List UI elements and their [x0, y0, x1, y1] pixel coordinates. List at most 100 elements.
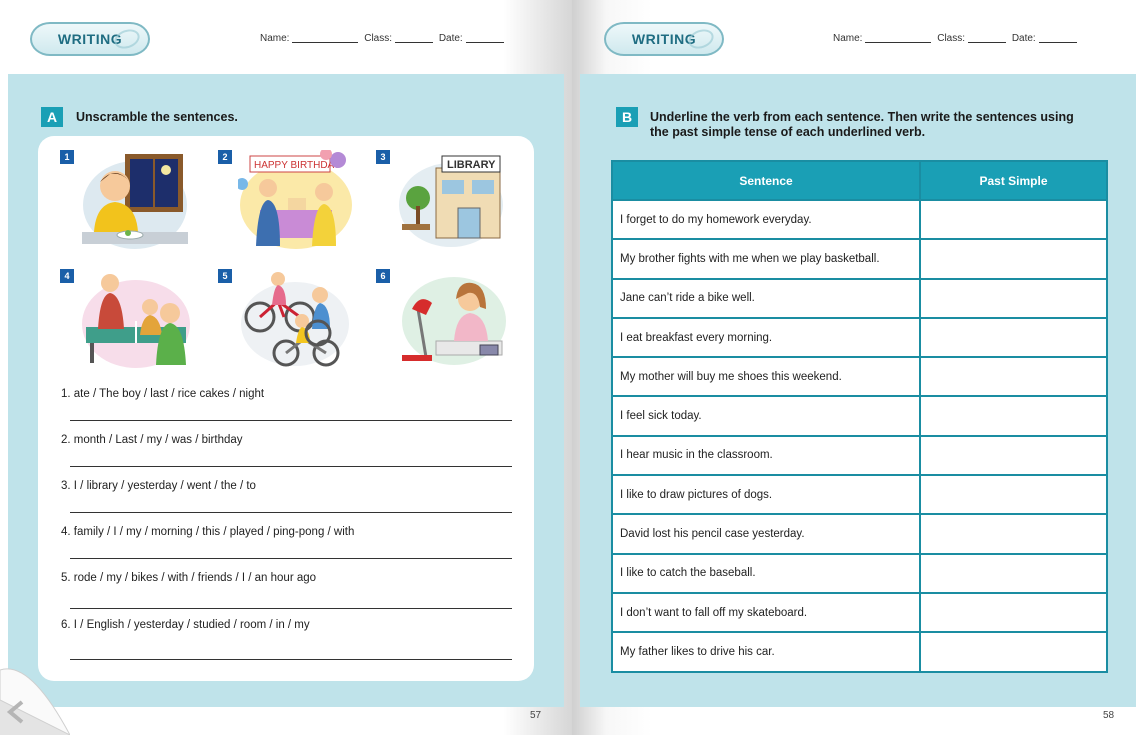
picture-number: 3 [376, 150, 390, 164]
section-title: Unscramble the sentences. [76, 110, 238, 124]
table-row: My father likes to drive his car. [611, 631, 1108, 673]
date-field[interactable] [465, 42, 504, 43]
writing-badge: WRITING [604, 22, 724, 56]
table-row: I don’t want to fall off my skateboard. [611, 591, 1108, 634]
question-6: 6. I / English / yesterday / studied / r… [61, 619, 310, 631]
ping-pong-family-icon [82, 274, 190, 368]
picture-number: 1 [60, 150, 74, 164]
library-sign: LIBRARY [447, 159, 496, 171]
past-simple-answer-cell[interactable] [919, 277, 1108, 319]
birthday-party-icon: HAPPY BIRTHDAY [238, 150, 352, 249]
table-row: David lost his pencil case yesterday. [611, 513, 1108, 555]
table-row: I forget to do my homework everyday. [611, 198, 1108, 241]
past-simple-answer-cell[interactable] [919, 552, 1108, 594]
right-header: WRITING Name: Class: Date: [572, 22, 1144, 56]
picture-3: 3 LIBRARY [376, 150, 506, 250]
sentence-cell: I like to draw pictures of dogs. [611, 474, 921, 516]
answer-line-3[interactable] [70, 512, 512, 513]
answer-line-5[interactable] [70, 608, 512, 609]
class-label: Class: [937, 33, 966, 44]
picture-number: 2 [218, 150, 232, 164]
class-label: Class: [364, 33, 393, 44]
student-info-fields: Name: Class: Date: [833, 33, 1080, 44]
class-field[interactable] [968, 42, 1007, 43]
verb-table: Sentence Past Simple I forget to do my h… [611, 160, 1108, 673]
table-row: My mother will buy me shoes this weekend… [611, 356, 1108, 398]
riding-bikes-icon [241, 272, 349, 367]
name-label: Name: [833, 33, 863, 44]
section-a-panel: A Unscramble the sentences. 1 2 HAPPY BI… [8, 74, 564, 707]
sentence-cell: My mother will buy me shoes this weekend… [611, 356, 921, 398]
column-header-past-simple: Past Simple [919, 160, 1108, 201]
birthday-banner: HAPPY BIRTHDAY [254, 160, 340, 171]
table-header-row: Sentence Past Simple [611, 160, 1108, 201]
table-row: Jane can’t ride a bike well. [611, 277, 1108, 319]
right-page: WRITING Name: Class: Date: B Underline t… [572, 0, 1144, 735]
past-simple-answer-cell[interactable] [919, 395, 1108, 437]
sentence-cell: My brother fights with me when we play b… [611, 238, 921, 280]
question-1: 1. ate / The boy / last / rice cakes / n… [61, 388, 265, 400]
answer-line-6[interactable] [70, 659, 512, 660]
library-building-icon: LIBRARY [399, 155, 503, 247]
name-field[interactable] [292, 42, 359, 43]
page-curl-back-icon[interactable] [0, 640, 70, 735]
left-header: WRITING Name: Class: Date: [0, 22, 572, 56]
class-field[interactable] [395, 42, 434, 43]
swirl-decoration-icon [111, 26, 143, 52]
past-simple-answer-cell[interactable] [919, 198, 1108, 241]
sentence-cell: I eat breakfast every morning. [611, 316, 921, 359]
past-simple-answer-cell[interactable] [919, 474, 1108, 516]
sentence-cell: Jane can’t ride a bike well. [611, 277, 921, 319]
table-row: My brother fights with me when we play b… [611, 238, 1108, 280]
past-simple-answer-cell[interactable] [919, 591, 1108, 634]
picture-2: 2 HAPPY BIRTHDAY [218, 150, 352, 250]
girl-studying-icon [402, 277, 506, 365]
question-5: 5. rode / my / bikes / with / friends / … [61, 572, 317, 584]
table-row: I like to catch the baseball. [611, 552, 1108, 594]
swirl-decoration-icon [685, 26, 717, 52]
picture-5: 5 [218, 269, 349, 369]
left-page: WRITING Name: Class: Date: A Unscramble … [0, 0, 572, 735]
section-title: Underline the verb from each sentence. T… [650, 110, 1074, 140]
sentence-cell: I hear music in the classroom. [611, 434, 921, 477]
picture-number: 5 [218, 269, 232, 283]
writing-badge-label: WRITING [57, 31, 123, 47]
sentence-cell: David lost his pencil case yesterday. [611, 513, 921, 555]
past-simple-answer-cell[interactable] [919, 513, 1108, 555]
page-number: 57 [530, 710, 542, 721]
date-field[interactable] [1038, 42, 1077, 43]
table-row: I eat breakfast every morning. [611, 316, 1108, 359]
answer-line-2[interactable] [70, 466, 512, 467]
writing-badge-label: WRITING [631, 31, 697, 47]
sentence-cell: I feel sick today. [611, 395, 921, 437]
column-header-sentence: Sentence [611, 160, 921, 201]
picture-6: 6 [376, 269, 506, 369]
date-label: Date: [1011, 33, 1036, 44]
name-field[interactable] [865, 42, 932, 43]
past-simple-answer-cell[interactable] [919, 434, 1108, 477]
date-label: Date: [438, 33, 463, 44]
picture-1: 1 [60, 150, 190, 250]
picture-number: 4 [60, 269, 74, 283]
question-3: 3. I / library / yesterday / went / the … [61, 480, 256, 492]
name-label: Name: [260, 33, 290, 44]
question-2: 2. month / Last / my / was / birthday [61, 434, 243, 446]
picture-4: 4 [60, 269, 190, 369]
section-letter: A [41, 107, 63, 127]
section-b-panel: B Underline the verb from each sentence.… [580, 74, 1136, 707]
past-simple-answer-cell[interactable] [919, 316, 1108, 359]
table-row: I like to draw pictures of dogs. [611, 474, 1108, 516]
sentence-cell: I like to catch the baseball. [611, 552, 921, 594]
sentence-cell: I don’t want to fall off my skateboard. [611, 591, 921, 634]
section-letter: B [616, 107, 638, 127]
answer-line-4[interactable] [70, 558, 512, 559]
past-simple-answer-cell[interactable] [919, 238, 1108, 280]
sentence-cell: My father likes to drive his car. [611, 631, 921, 673]
past-simple-answer-cell[interactable] [919, 631, 1108, 673]
answer-line-1[interactable] [70, 420, 512, 421]
table-row: I hear music in the classroom. [611, 434, 1108, 477]
past-simple-answer-cell[interactable] [919, 356, 1108, 398]
sentence-cell: I forget to do my homework everyday. [611, 198, 921, 241]
student-info-fields: Name: Class: Date: [260, 33, 507, 44]
table-row: I feel sick today. [611, 395, 1108, 437]
